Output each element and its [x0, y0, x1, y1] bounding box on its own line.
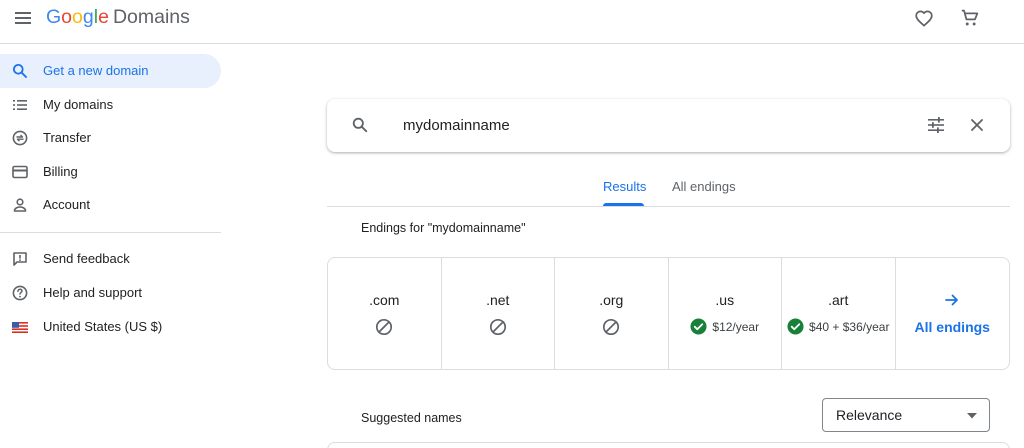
sidebar-item-get-a-new-domain[interactable]: Get a new domain	[0, 54, 221, 88]
logo-letter: o	[61, 6, 73, 28]
domain-search-input[interactable]	[403, 112, 903, 138]
transfer-icon	[12, 130, 28, 146]
endings-grid: .com .net .org .us $12/year .art $40 + $…	[327, 257, 1010, 370]
sidebar-item-label: Billing	[43, 164, 78, 179]
available-check-icon	[690, 318, 707, 335]
ending-card-org[interactable]: .org	[555, 258, 669, 369]
feedback-icon	[13, 252, 27, 266]
sidebar-item-label: Help and support	[43, 285, 143, 300]
help-icon	[12, 285, 28, 301]
available-check-icon	[787, 318, 804, 335]
sidebar-item-label: Transfer	[43, 130, 91, 145]
logo-letter: e	[98, 6, 109, 28]
unavailable-icon	[603, 318, 620, 336]
cart-icon[interactable]	[959, 7, 981, 29]
sidebar-item-billing[interactable]: Billing	[0, 155, 221, 189]
list-icon	[13, 100, 27, 110]
google-wordmark: Google	[46, 6, 109, 28]
sidebar-item-help-and-support[interactable]: Help and support	[0, 276, 221, 310]
sidebar-item-label: Account	[43, 197, 90, 212]
sidebar-nav: Get a new domain My domains Transfer Bil…	[0, 44, 230, 448]
sidebar-divider	[0, 232, 221, 233]
logo-letter: o	[72, 6, 83, 28]
menu-icon[interactable]	[12, 9, 34, 27]
ending-name: .art	[828, 292, 849, 308]
us-flag-icon	[12, 322, 28, 333]
search-icon[interactable]	[351, 116, 369, 134]
suggested-results-card	[327, 442, 1010, 448]
ending-card-art[interactable]: .art $40 + $36/year	[782, 258, 896, 369]
sidebar-item-send-feedback[interactable]: Send feedback	[0, 242, 221, 276]
sidebar-item-label: Send feedback	[43, 251, 130, 266]
unavailable-icon	[489, 318, 506, 336]
sort-dropdown[interactable]: Relevance	[822, 398, 990, 432]
sort-selected-value: Relevance	[836, 407, 903, 423]
results-tabs: Results All endings	[327, 168, 1010, 207]
tab-results[interactable]: Results	[603, 178, 646, 196]
sidebar-item-country-currency[interactable]: United States (US $)	[0, 310, 221, 344]
logo-letter: g	[82, 6, 94, 28]
logo-letter: G	[46, 6, 62, 28]
google-domains-logo[interactable]: Google Domains	[46, 5, 190, 29]
ending-price: $40 + $36/year	[809, 319, 890, 334]
close-icon[interactable]	[968, 116, 986, 134]
sidebar-item-label: United States (US $)	[43, 319, 163, 334]
credit-card-icon	[12, 165, 28, 179]
ending-name: .com	[369, 292, 400, 308]
price-row: $12/year	[669, 318, 782, 335]
ending-name: .org	[599, 292, 624, 308]
ending-name: .net	[486, 292, 510, 308]
sidebar-item-my-domains[interactable]: My domains	[0, 88, 221, 122]
sidebar-item-label: My domains	[43, 97, 114, 112]
person-icon	[13, 198, 27, 212]
product-name: Domains	[112, 6, 190, 28]
endings-heading: Endings for "mydomainname"	[361, 221, 526, 235]
heart-icon[interactable]	[913, 7, 935, 29]
ending-card-com[interactable]: .com	[328, 258, 442, 369]
tune-icon[interactable]	[926, 115, 946, 135]
ending-card-us[interactable]: .us $12/year	[669, 258, 782, 369]
tab-all-endings[interactable]: All endings	[672, 178, 736, 196]
active-tab-indicator	[603, 203, 644, 206]
search-icon	[13, 64, 27, 78]
ending-price: $12/year	[712, 319, 760, 334]
sidebar-item-account[interactable]: Account	[0, 188, 221, 222]
suggested-names-heading: Suggested names	[361, 411, 462, 425]
all-endings-link[interactable]: All endings	[896, 258, 1010, 369]
sidebar-item-transfer[interactable]: Transfer	[0, 121, 221, 155]
ending-name: .us	[715, 292, 735, 308]
all-endings-label: All endings	[914, 319, 990, 335]
price-row: $40 + $36/year	[782, 318, 895, 335]
unavailable-icon	[376, 318, 393, 336]
arrow-right-icon	[945, 294, 959, 306]
ending-card-net[interactable]: .net	[442, 258, 555, 369]
top-app-bar: Google Domains	[0, 0, 1024, 44]
sidebar-item-label: Get a new domain	[43, 63, 149, 78]
caret-down-icon	[967, 413, 977, 419]
domain-search-bar	[327, 99, 1010, 152]
